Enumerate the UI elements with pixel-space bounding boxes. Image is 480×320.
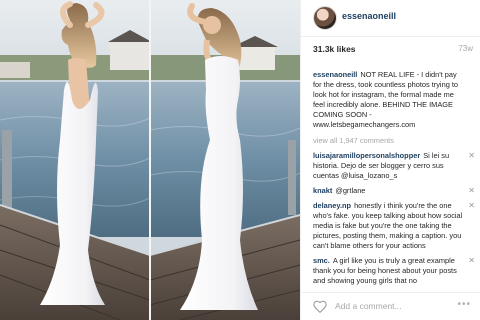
caption: essenaoneill NOT REAL LIFE - I didn't pay… — [313, 70, 475, 130]
comment-item: luisajaramillopersonalshopper Si lei su h… — [313, 151, 475, 181]
right-photo — [149, 0, 300, 320]
view-all-comments-link[interactable]: view all 1,947 comments — [313, 136, 475, 146]
comment-username[interactable]: delaney.np — [313, 201, 351, 210]
comment-username[interactable]: smc. — [313, 256, 330, 265]
comment-item: smc. A girl like you is truly a great exa… — [313, 256, 475, 286]
post-sidebar: essenaoneill 31.3k likes 73w essenaoneil… — [300, 0, 480, 320]
comment-text: @grtlane — [335, 186, 366, 195]
left-photo — [0, 0, 152, 320]
caption-username[interactable]: essenaoneill — [313, 70, 357, 79]
post-time[interactable]: 73w — [458, 44, 473, 53]
comment-text: A girl like you is truly a great example… — [313, 256, 457, 285]
post-header: essenaoneill — [301, 0, 480, 37]
close-icon[interactable]: ✕ — [468, 186, 475, 196]
post-photo[interactable] — [0, 0, 300, 320]
comment-list: essenaoneill NOT REAL LIFE - I didn't pay… — [313, 70, 475, 291]
collage-divider — [149, 0, 151, 320]
comment-footer: Add a comment... ••• — [301, 292, 480, 320]
comment-username[interactable]: knakt — [313, 186, 332, 195]
add-comment-input[interactable]: Add a comment... — [335, 301, 402, 311]
close-icon[interactable]: ✕ — [468, 151, 475, 161]
comment-item: knakt @grtlane ✕ — [313, 186, 475, 196]
close-icon[interactable]: ✕ — [468, 256, 475, 266]
comment-username[interactable]: luisajaramillopersonalshopper — [313, 151, 420, 160]
close-icon[interactable]: ✕ — [468, 201, 475, 211]
post-username[interactable]: essenaoneill — [342, 11, 396, 21]
comment-item: delaney.np honestly i think you're the on… — [313, 201, 475, 251]
post-meta: 31.3k likes 73w — [313, 44, 473, 58]
likes-count[interactable]: 31.3k likes — [313, 44, 356, 54]
heart-icon[interactable] — [313, 300, 327, 313]
avatar[interactable] — [313, 6, 337, 30]
more-options-icon[interactable]: ••• — [457, 299, 471, 310]
